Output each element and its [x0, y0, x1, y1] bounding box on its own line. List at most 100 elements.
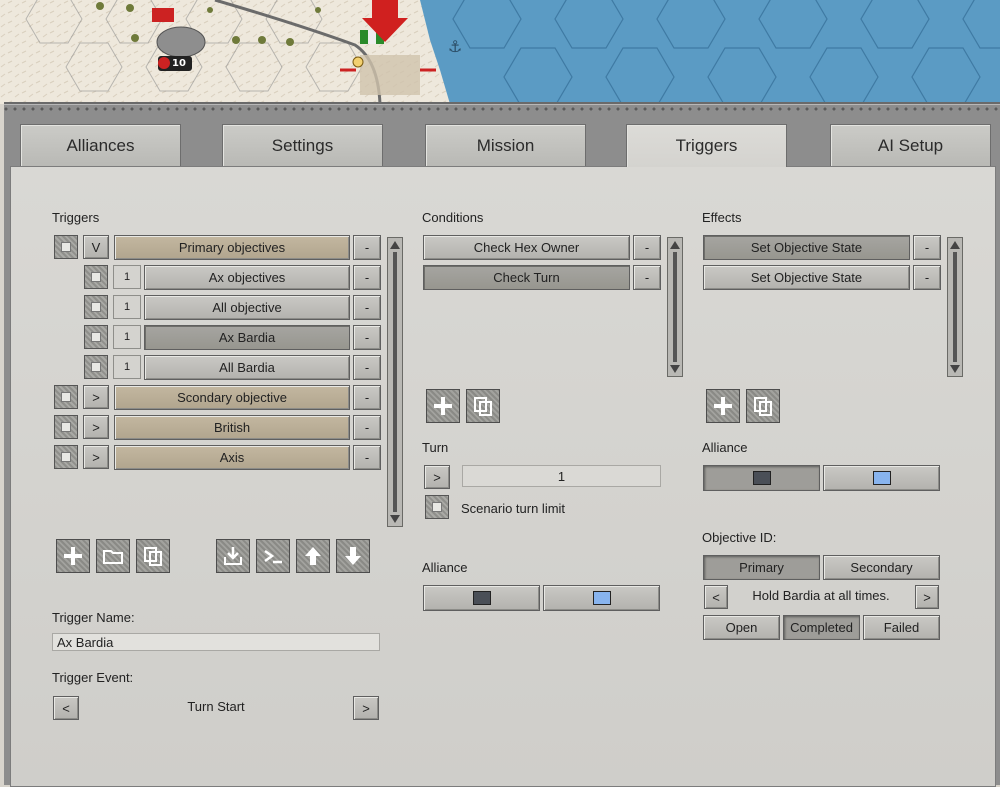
expand-toggle[interactable]: > — [83, 415, 109, 439]
scroll-up-icon[interactable] — [950, 241, 960, 249]
remove-trigger-button[interactable]: - — [353, 385, 381, 410]
remove-effect-button[interactable]: - — [913, 235, 941, 260]
trigger-count: 1 — [113, 295, 141, 319]
tab-ai-setup[interactable]: AI Setup — [830, 124, 991, 166]
tab-settings[interactable]: Settings — [222, 124, 383, 166]
objective-text: Hold Bardia at all times. — [752, 588, 890, 603]
effect-item[interactable]: Set Objective State — [703, 265, 910, 290]
trigger-group-secondary[interactable]: Scondary objective — [114, 385, 350, 410]
effect-alliance-allies-button[interactable] — [823, 465, 940, 491]
alliance-axis-button[interactable] — [423, 585, 540, 611]
map-view[interactable]: ⚓ 10 — [0, 0, 1000, 104]
copy-trigger-button[interactable] — [136, 539, 170, 573]
copy-icon — [474, 397, 492, 416]
editor-panel: Alliances Settings Mission Triggers AI S… — [4, 102, 1000, 787]
script-button[interactable] — [256, 539, 290, 573]
event-prev-button[interactable]: < — [53, 696, 79, 720]
console-icon — [264, 549, 282, 564]
remove-condition-button[interactable]: - — [633, 265, 661, 290]
trigger-item-selected[interactable]: Ax Bardia — [144, 325, 350, 350]
trigger-name-input[interactable]: Ax Bardia — [52, 633, 380, 651]
unit-fortification — [156, 26, 206, 58]
add-condition-button[interactable] — [426, 389, 460, 423]
tab-triggers[interactable]: Triggers — [626, 124, 787, 167]
state-open-button[interactable]: Open — [703, 615, 780, 640]
scroll-down-icon[interactable] — [670, 365, 680, 373]
hex-map: ⚓ — [0, 0, 1000, 104]
add-folder-button[interactable] — [96, 539, 130, 573]
state-completed-button[interactable]: Completed — [783, 615, 860, 640]
trigger-checkbox[interactable] — [84, 325, 108, 349]
scroll-down-icon[interactable] — [390, 515, 400, 523]
import-icon — [224, 547, 242, 565]
objective-primary-button[interactable]: Primary — [703, 555, 820, 580]
trigger-checkbox[interactable] — [54, 235, 78, 259]
scroll-track[interactable] — [393, 252, 397, 512]
objective-prev-button[interactable]: < — [704, 585, 728, 609]
trigger-count: 1 — [113, 355, 141, 379]
trigger-name-label: Trigger Name: — [52, 610, 135, 625]
effect-item-selected[interactable]: Set Objective State — [703, 235, 910, 260]
remove-trigger-button[interactable]: - — [353, 265, 381, 290]
condition-item[interactable]: Check Hex Owner — [423, 235, 630, 260]
remove-trigger-button[interactable]: - — [353, 445, 381, 470]
scroll-down-icon[interactable] — [950, 365, 960, 373]
location-dot — [352, 56, 364, 68]
panel-rivets — [4, 107, 1000, 111]
trigger-checkbox[interactable] — [84, 265, 108, 289]
remove-trigger-button[interactable]: - — [353, 355, 381, 380]
trigger-item[interactable]: All Bardia — [144, 355, 350, 380]
remove-trigger-button[interactable]: - — [353, 415, 381, 440]
trigger-checkbox[interactable] — [84, 355, 108, 379]
event-next-button[interactable]: > — [353, 696, 379, 720]
objective-secondary-button[interactable]: Secondary — [823, 555, 940, 580]
remove-condition-button[interactable]: - — [633, 235, 661, 260]
trigger-group-british[interactable]: British — [114, 415, 350, 440]
copy-icon — [144, 547, 162, 566]
unit-strength-text: 10 — [172, 58, 186, 69]
condition-item-selected[interactable]: Check Turn — [423, 265, 630, 290]
move-down-button[interactable] — [336, 539, 370, 573]
expand-toggle[interactable]: > — [83, 385, 109, 409]
copy-condition-button[interactable] — [466, 389, 500, 423]
effects-scrollbar[interactable] — [947, 237, 963, 377]
tab-mission[interactable]: Mission — [425, 124, 586, 166]
trigger-checkbox[interactable] — [84, 295, 108, 319]
turn-value-input[interactable]: 1 — [462, 465, 661, 487]
scroll-track[interactable] — [953, 252, 957, 362]
remove-trigger-button[interactable]: - — [353, 235, 381, 260]
arrow-up-icon — [305, 547, 321, 565]
add-trigger-button[interactable] — [56, 539, 90, 573]
anchor-icon: ⚓ — [448, 37, 462, 56]
trigger-item[interactable]: All objective — [144, 295, 350, 320]
scroll-track[interactable] — [673, 252, 677, 362]
alliance-allies-button[interactable] — [543, 585, 660, 611]
plus-icon — [714, 397, 732, 415]
expand-toggle[interactable]: > — [83, 445, 109, 469]
add-effect-button[interactable] — [706, 389, 740, 423]
objective-next-button[interactable]: > — [915, 585, 939, 609]
trigger-checkbox[interactable] — [54, 445, 78, 469]
conditions-scrollbar[interactable] — [667, 237, 683, 377]
triggers-scrollbar[interactable] — [387, 237, 403, 527]
trigger-group-primary[interactable]: Primary objectives — [114, 235, 350, 260]
import-button[interactable] — [216, 539, 250, 573]
state-failed-button[interactable]: Failed — [863, 615, 940, 640]
trigger-item[interactable]: Ax objectives — [144, 265, 350, 290]
scroll-up-icon[interactable] — [390, 241, 400, 249]
expand-toggle[interactable]: V — [83, 235, 109, 259]
trigger-checkbox[interactable] — [54, 385, 78, 409]
copy-effect-button[interactable] — [746, 389, 780, 423]
trigger-checkbox[interactable] — [54, 415, 78, 439]
turn-operator-button[interactable]: > — [424, 465, 450, 489]
effect-alliance-axis-button[interactable] — [703, 465, 820, 491]
remove-effect-button[interactable]: - — [913, 265, 941, 290]
scenario-limit-checkbox[interactable] — [425, 495, 449, 519]
move-up-button[interactable] — [296, 539, 330, 573]
tab-alliances[interactable]: Alliances — [20, 124, 181, 166]
folder-icon — [103, 550, 123, 564]
trigger-group-axis[interactable]: Axis — [114, 445, 350, 470]
scroll-up-icon[interactable] — [670, 241, 680, 249]
remove-trigger-button[interactable]: - — [353, 295, 381, 320]
remove-trigger-button[interactable]: - — [353, 325, 381, 350]
